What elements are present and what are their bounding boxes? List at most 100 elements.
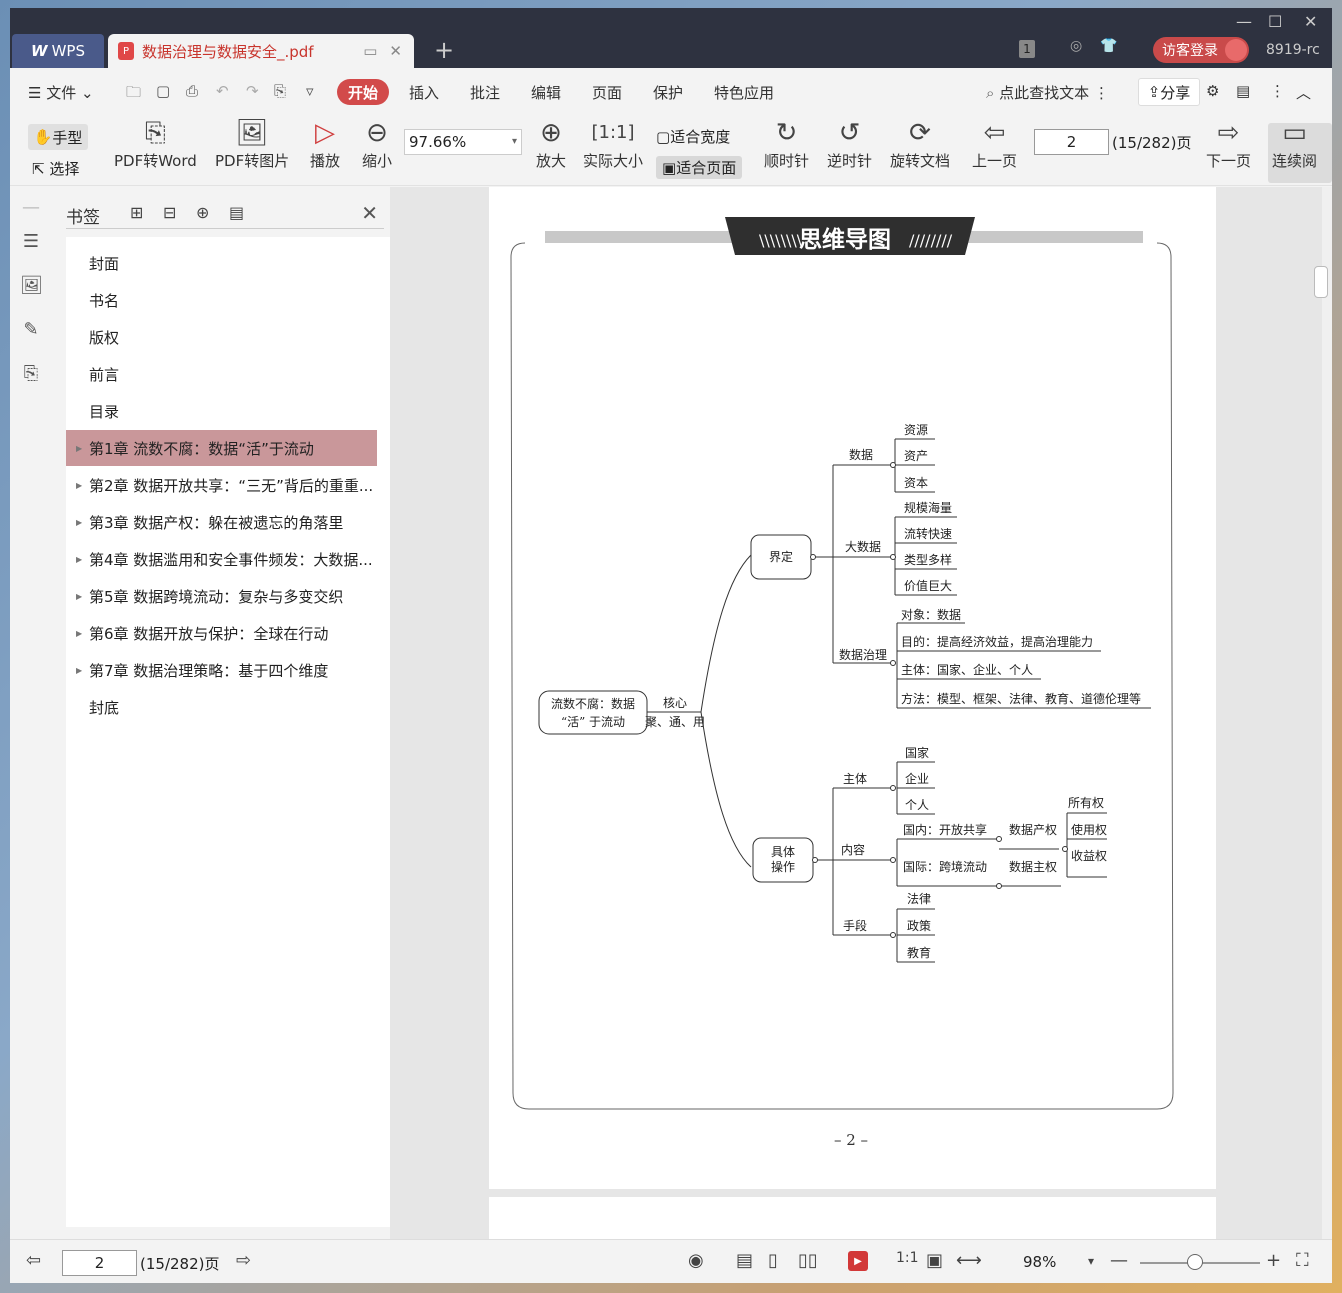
zoom-out-button[interactable]: ⊖ 缩小 <box>362 116 392 171</box>
fit-width-button[interactable]: ▢ 适合宽度 <box>656 126 730 147</box>
expand-arrow-icon[interactable]: ▶ <box>76 518 82 527</box>
more-quick-icon[interactable]: ▿ <box>306 82 314 100</box>
bookmark-panel-icon[interactable]: ☰ <box>20 231 42 253</box>
play-button[interactable]: ▷ 播放 <box>310 116 340 171</box>
save-icon[interactable]: ▢ <box>156 82 170 100</box>
zoom-slider-knob[interactable] <box>1187 1254 1203 1270</box>
bookmark-item[interactable]: 版权 <box>66 319 377 355</box>
minimize-icon[interactable]: — <box>1236 12 1252 31</box>
guest-login-button[interactable]: 访客登录 <box>1153 37 1249 63</box>
collapse-ribbon-icon[interactable]: ︿ <box>1296 82 1311 103</box>
zoom-out-minus-icon[interactable]: — <box>1110 1250 1128 1271</box>
bookmark-item[interactable]: ▶ 第2章 数据开放共享：“三无”背后的重重... <box>66 467 377 503</box>
thumbnail-icon[interactable]: 🖼 <box>20 275 43 297</box>
scrollbar-thumb[interactable] <box>1314 266 1328 298</box>
more-icon[interactable]: ⋮ <box>1270 82 1285 100</box>
expand-arrow-icon[interactable]: ▶ <box>76 592 82 601</box>
two-page-icon[interactable]: ▯▯ <box>798 1250 818 1271</box>
bookmark-item[interactable]: 目录 <box>66 393 377 429</box>
maximize-icon[interactable]: ☐ <box>1268 12 1282 31</box>
wps-home-tab[interactable]: W WPS <box>12 34 104 68</box>
feedback-icon[interactable]: ▤ <box>1236 82 1250 100</box>
bookmark-options-icon[interactable]: ▤ <box>229 203 244 222</box>
open-icon[interactable]: 🗀 <box>126 82 141 107</box>
rotate-document-button[interactable]: ⟳ 旋转文档 <box>890 116 950 171</box>
hand-tool-button[interactable]: ✋ 手型 <box>28 124 88 150</box>
fit-page-button[interactable]: ▣ 适合页面 <box>656 156 743 179</box>
expand-all-icon[interactable]: ⊞ <box>130 203 143 222</box>
expand-arrow-icon[interactable]: ▶ <box>76 481 82 490</box>
zoom-select[interactable]: 97.66% ▾ <box>404 129 522 155</box>
document-tab[interactable]: P 数据治理与数据安全_.pdf ▭ ✕ <box>108 34 414 68</box>
status-page-input[interactable]: 2 <box>62 1250 137 1276</box>
share-button[interactable]: ⇪ 分享 <box>1138 78 1200 106</box>
actual-size-status-icon[interactable]: 1:1 <box>896 1250 919 1266</box>
collapse-all-icon[interactable]: ⊟ <box>163 203 176 222</box>
bookmark-item[interactable]: ▶ 第6章 数据开放与保护：全球在行动 <box>66 615 377 651</box>
export-icon[interactable]: ⎘ <box>274 82 286 100</box>
next-page-arrow-icon[interactable]: ⇨ <box>236 1250 251 1271</box>
redo-icon[interactable]: ↷ <box>246 82 259 100</box>
tab-edit[interactable]: 编辑 <box>531 82 561 103</box>
fullscreen-icon[interactable]: ⛶ <box>1296 1250 1309 1271</box>
bookmark-item[interactable]: ▶ 第3章 数据产权：躲在被遗忘的角落里 <box>66 504 377 540</box>
single-page-icon[interactable]: ▯ <box>768 1250 778 1271</box>
continuous-read-button[interactable]: ▭ 连续阅 <box>1268 118 1332 183</box>
bookmark-item[interactable]: ▶ 第1章 流数不腐：数据“活”于流动 <box>66 430 377 466</box>
tab-insert[interactable]: 插入 <box>409 82 439 103</box>
tab-annotate[interactable]: 批注 <box>470 82 500 103</box>
close-tab-icon[interactable]: ✕ <box>389 42 402 60</box>
tab-protect[interactable]: 保护 <box>653 82 683 103</box>
zoom-dropdown-icon[interactable]: ▾ <box>1088 1254 1094 1268</box>
page-number-input[interactable]: 2 <box>1034 129 1109 155</box>
pin-tab-icon[interactable]: ▭ <box>363 42 377 60</box>
bookmark-item[interactable]: ▶ 第4章 数据滥用和安全事件频发：大数据... <box>66 541 377 577</box>
tab-page[interactable]: 页面 <box>592 82 622 103</box>
drag-handle-icon[interactable]: — <box>20 197 42 219</box>
bookmark-item[interactable]: 前言 <box>66 356 377 392</box>
actual-size-button[interactable]: [1:1] 实际大小 <box>583 116 643 171</box>
bookmark-item[interactable]: 封底 <box>66 689 377 725</box>
search-text-button[interactable]: ⌕ 点此查找文本 ⋮ <box>986 82 1109 103</box>
zoom-in-button[interactable]: ⊕ 放大 <box>536 116 566 171</box>
expand-arrow-icon[interactable]: ▶ <box>76 629 82 638</box>
fit-page-status-icon[interactable]: ▣ <box>926 1250 943 1271</box>
undo-icon[interactable]: ↶ <box>216 82 229 100</box>
eye-protection-icon[interactable]: ◉ <box>688 1250 704 1271</box>
bookmark-item[interactable]: ▶ 第5章 数据跨境流动：复杂与多变交织 <box>66 578 377 614</box>
continuous-view-icon[interactable]: ▤ <box>736 1250 753 1271</box>
expand-arrow-icon[interactable]: ▶ <box>76 444 82 453</box>
play-slideshow-icon[interactable]: ▶ <box>848 1251 868 1271</box>
zoom-level[interactable]: 98% <box>1023 1253 1056 1271</box>
expand-arrow-icon[interactable]: ▶ <box>76 666 82 675</box>
print-icon[interactable]: ⎙ <box>186 82 198 100</box>
close-window-icon[interactable]: ✕ <box>1304 12 1317 31</box>
zoom-in-plus-icon[interactable]: + <box>1266 1250 1281 1271</box>
rotate-counterclockwise-button[interactable]: ↺ 逆时针 <box>827 116 872 171</box>
close-panel-icon[interactable]: ✕ <box>361 201 378 225</box>
file-menu[interactable]: ☰ 文件 ⌄ <box>28 82 94 103</box>
tab-start[interactable]: 开始 <box>337 79 389 105</box>
pdf-to-image-button[interactable]: 🖼 PDF转图片 <box>215 116 289 171</box>
window-count-badge[interactable]: 1 <box>1019 40 1035 58</box>
expand-arrow-icon[interactable]: ▶ <box>76 555 82 564</box>
pdf-to-word-button[interactable]: ⎘ PDF转Word <box>114 116 197 171</box>
document-viewer[interactable]: 思维导图 \\\\\\\\ //////// 流数不腐：数据 “活” 于流动 核… <box>390 187 1322 1239</box>
rotate-clockwise-button[interactable]: ↻ 顺时针 <box>764 116 809 171</box>
add-bookmark-icon[interactable]: ⊕ <box>196 203 209 222</box>
fit-width-status-icon[interactable]: ⟷ <box>956 1250 982 1271</box>
new-tab-icon[interactable]: + <box>434 38 454 62</box>
next-page-button[interactable]: ⇨ 下一页 <box>1206 116 1251 171</box>
attachment-icon[interactable]: ⎘ <box>20 363 42 385</box>
prev-page-button[interactable]: ⇦ 上一页 <box>972 116 1017 171</box>
annotation-icon[interactable]: ✎ <box>20 319 42 341</box>
bookmark-item[interactable]: ▶ 第7章 数据治理策略：基于四个维度 <box>66 652 377 688</box>
sync-icon[interactable]: ◎ <box>1070 38 1082 54</box>
skin-icon[interactable]: 👕 <box>1100 38 1117 54</box>
select-tool-button[interactable]: ⇱ 选择 <box>32 158 79 179</box>
bookmark-item[interactable]: 封面 <box>66 245 377 281</box>
prev-page-arrow-icon[interactable]: ⇦ <box>26 1250 41 1271</box>
gear-icon[interactable]: ⚙ <box>1206 82 1219 100</box>
vertical-scrollbar[interactable] <box>1322 187 1332 1239</box>
tab-special[interactable]: 特色应用 <box>714 82 774 103</box>
